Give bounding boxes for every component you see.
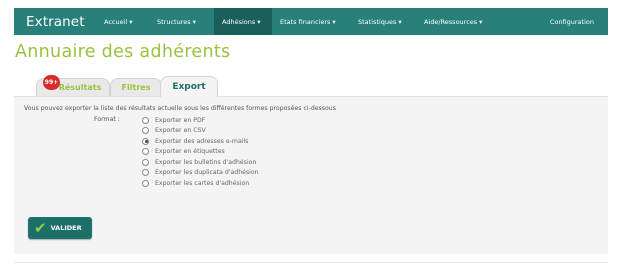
nav-adhesions[interactable]: Adhésions ▾: [214, 8, 272, 35]
valider-button[interactable]: ✔ VALIDER: [28, 217, 92, 239]
chevron-down-icon: ▾: [257, 17, 261, 26]
nav-statistiques[interactable]: Statistiques ▾: [350, 8, 416, 35]
option-export-cartes[interactable]: Exporter les cartes d'adhésion: [142, 178, 259, 189]
tab-export[interactable]: Export: [160, 76, 218, 97]
nav-accueil[interactable]: Accueil ▾: [98, 8, 152, 35]
radio-button[interactable]: [142, 127, 149, 135]
export-intro-text: Vous pouvez exporter la liste des résult…: [24, 105, 336, 112]
results-count-badge: 99+: [43, 75, 60, 90]
tab-bar: 99+ Résultats Filtres Export: [14, 72, 608, 97]
option-label: Exporter les cartes d'adhésion: [155, 179, 250, 187]
format-label: Format :: [94, 116, 120, 123]
option-export-pdf[interactable]: Exporter en PDF: [142, 115, 259, 126]
tab-label: Résultats: [58, 83, 102, 92]
option-label: Exporter les duplicata d'adhésion: [155, 169, 259, 177]
export-panel: Vous pouvez exporter la liste des résult…: [14, 96, 608, 254]
page-title: Annuaire des adhérents: [15, 42, 231, 62]
option-label: Exporter en étiquettes: [155, 148, 225, 156]
radio-button[interactable]: [142, 116, 149, 124]
radio-button[interactable]: [142, 179, 149, 187]
nav-etats-financiers[interactable]: Etats financiers ▾: [272, 8, 350, 35]
chevron-down-icon: ▾: [398, 17, 402, 26]
nav-configuration[interactable]: Configuration: [550, 8, 594, 35]
option-export-duplicata[interactable]: Exporter les duplicata d'adhésion: [142, 168, 259, 179]
option-label: Exporter en PDF: [155, 116, 206, 124]
nav-aide-ressources[interactable]: Aide/Ressources ▾: [416, 8, 496, 35]
tab-filtres[interactable]: Filtres: [110, 78, 162, 96]
radio-button[interactable]: [142, 148, 149, 156]
brand-logo[interactable]: Extranet: [14, 14, 98, 30]
nav-label: Etats financiers: [280, 17, 331, 26]
chevron-down-icon: ▾: [129, 17, 133, 26]
option-label: Exporter en CSV: [155, 127, 206, 135]
option-export-etiquettes[interactable]: Exporter en étiquettes: [142, 147, 259, 158]
option-label: Exporter des adresses e-mails: [155, 137, 249, 145]
option-label: Exporter les bulletins d'adhésion: [155, 158, 257, 166]
nav-label: Statistiques: [358, 17, 397, 26]
tab-label: Export: [172, 82, 206, 92]
nav-label: Adhésions: [222, 17, 256, 26]
check-icon: ✔: [34, 218, 47, 237]
nav-structures[interactable]: Structures ▾: [152, 8, 214, 35]
nav-label: Aide/Ressources: [424, 17, 478, 26]
nav-label: Structures: [157, 17, 191, 26]
nav-label: Accueil: [104, 17, 128, 26]
chevron-down-icon: ▾: [192, 17, 196, 26]
option-export-bulletins[interactable]: Exporter les bulletins d'adhésion: [142, 157, 259, 168]
tab-label: Filtres: [121, 83, 151, 92]
radio-button[interactable]: [142, 158, 149, 166]
chevron-down-icon: ▾: [479, 17, 483, 26]
radio-button-checked[interactable]: [142, 137, 149, 145]
tab-resultats[interactable]: 99+ Résultats: [36, 75, 110, 96]
radio-button[interactable]: [142, 169, 149, 177]
footer-divider: [14, 262, 608, 263]
valider-label: VALIDER: [50, 224, 82, 232]
chevron-down-icon: ▾: [332, 17, 336, 26]
format-options: Exporter en PDF Exporter en CSV Exporter…: [142, 115, 259, 189]
option-export-csv[interactable]: Exporter en CSV: [142, 126, 259, 137]
option-export-emails[interactable]: Exporter des adresses e-mails: [142, 136, 259, 147]
top-navbar: Extranet Accueil ▾ Structures ▾ Adhésions ▾…: [14, 8, 608, 35]
